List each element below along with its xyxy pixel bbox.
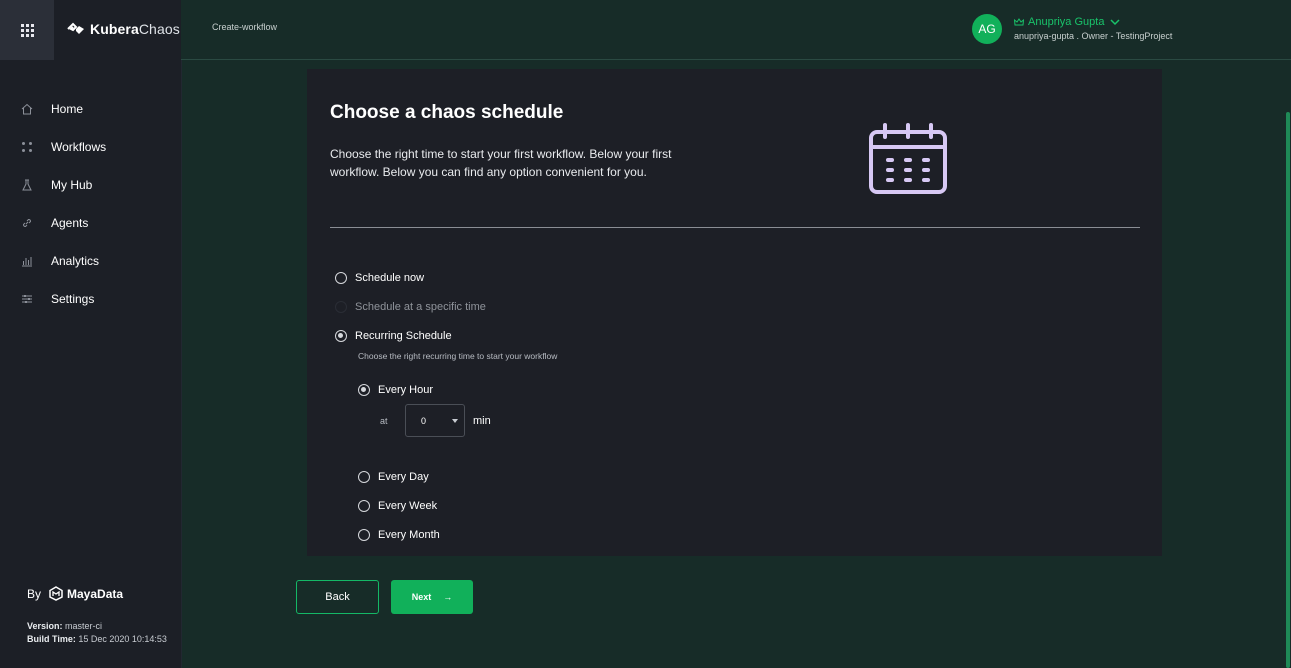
radio-button[interactable] bbox=[335, 272, 347, 284]
mayadata-logo-icon bbox=[49, 586, 63, 601]
every-day-radio[interactable]: Every Day bbox=[358, 471, 429, 483]
user-role: anupriya-gupta . Owner - TestingProject bbox=[1014, 31, 1173, 41]
at-label: at bbox=[380, 416, 388, 426]
radio-button bbox=[335, 301, 347, 313]
top-header: Create-workflow AG Anupriya Gupta anupri… bbox=[181, 0, 1291, 60]
kubera-logo-icon bbox=[67, 22, 84, 34]
minute-select[interactable]: 0 bbox=[405, 404, 465, 437]
radio-button[interactable] bbox=[335, 330, 347, 342]
page-title: Choose a chaos schedule bbox=[330, 102, 564, 123]
sliders-icon bbox=[20, 292, 34, 306]
schedule-specific-radio: Schedule at a specific time bbox=[335, 301, 486, 313]
scrollbar[interactable] bbox=[1286, 112, 1290, 668]
user-menu[interactable]: Anupriya Gupta bbox=[1014, 16, 1122, 28]
next-label: Next bbox=[411, 592, 432, 602]
radio-button[interactable] bbox=[358, 529, 370, 541]
radio-button[interactable] bbox=[358, 500, 370, 512]
radio-label: Schedule at a specific time bbox=[355, 301, 486, 313]
next-button[interactable]: Next → bbox=[391, 580, 473, 614]
sidebar-item-label: Workflows bbox=[51, 140, 107, 154]
avatar[interactable]: AG bbox=[972, 14, 1002, 44]
sidebar-item-settings[interactable]: Settings bbox=[0, 280, 181, 318]
sidebar-item-my-hub[interactable]: My Hub bbox=[0, 166, 181, 204]
user-name: Anupriya Gupta bbox=[1028, 16, 1105, 28]
sidebar-item-home[interactable]: Home bbox=[0, 90, 181, 128]
description: Choose the right time to start your firs… bbox=[330, 147, 672, 179]
sidebar-item-label: Agents bbox=[51, 216, 89, 230]
grid-icon bbox=[20, 23, 34, 37]
radio-label: Recurring Schedule bbox=[355, 330, 452, 342]
every-month-radio[interactable]: Every Month bbox=[358, 529, 440, 541]
build-info: Version: master-ci Build Time: 15 Dec 20… bbox=[27, 620, 167, 646]
every-week-radio[interactable]: Every Week bbox=[358, 500, 437, 512]
recurring-schedule-radio[interactable]: Recurring Schedule bbox=[335, 330, 452, 342]
app-launcher-button[interactable] bbox=[0, 0, 54, 60]
radio-label: Every Week bbox=[378, 500, 438, 512]
sidebar-item-label: Analytics bbox=[51, 254, 100, 268]
version-label: Version: bbox=[27, 621, 63, 631]
build-time-value: 15 Dec 2020 10:14:53 bbox=[78, 634, 167, 644]
minute-value: 0 bbox=[421, 416, 427, 426]
radio-button[interactable] bbox=[358, 384, 370, 396]
breadcrumb[interactable]: Create-workflow bbox=[212, 22, 277, 32]
caret-down-icon bbox=[452, 419, 458, 423]
radio-label: Every Hour bbox=[378, 384, 434, 396]
schedule-now-radio[interactable]: Schedule now bbox=[335, 272, 424, 284]
workflows-icon bbox=[20, 140, 34, 154]
vendor-name: MayaData bbox=[67, 586, 124, 601]
sidebar-item-label: Home bbox=[51, 102, 84, 116]
recurring-hint: Choose the right recurring time to start… bbox=[358, 351, 558, 361]
version-value: master-ci bbox=[65, 621, 103, 631]
min-label: min bbox=[473, 415, 491, 427]
vendor-credit: By MayaData bbox=[27, 586, 123, 601]
sidebar-item-analytics[interactable]: Analytics bbox=[0, 242, 181, 280]
every-hour-radio[interactable]: Every Hour bbox=[358, 384, 433, 396]
link-icon bbox=[20, 216, 34, 230]
brand-name-light: Chaos bbox=[138, 21, 180, 37]
arrow-right-icon: → bbox=[443, 592, 453, 602]
sidebar-item-workflows[interactable]: Workflows bbox=[0, 128, 181, 166]
build-time-label: Build Time: bbox=[27, 634, 76, 644]
radio-label: Every Month bbox=[378, 529, 440, 541]
by-label: By bbox=[27, 586, 42, 601]
mayadata-logo[interactable]: MayaData bbox=[49, 586, 123, 601]
flask-icon bbox=[20, 178, 34, 192]
radio-label: Schedule now bbox=[355, 272, 425, 284]
brand-logo[interactable]: KuberaChaos bbox=[66, 19, 180, 39]
calendar-icon bbox=[869, 123, 947, 194]
back-button[interactable]: Back bbox=[296, 580, 379, 614]
home-icon bbox=[20, 102, 34, 116]
sidebar-item-label: My Hub bbox=[51, 178, 93, 192]
chevron-down-icon[interactable] bbox=[1108, 17, 1122, 27]
crown-icon bbox=[1014, 18, 1024, 26]
sidebar-item-agents[interactable]: Agents bbox=[0, 204, 181, 242]
radio-label: Every Day bbox=[378, 471, 429, 483]
radio-button[interactable] bbox=[358, 471, 370, 483]
sidebar-item-label: Settings bbox=[51, 292, 95, 306]
brand-name-bold: Kubera bbox=[90, 21, 139, 37]
sidebar-nav: Home Workflows My Hub Agents Analytics S… bbox=[0, 90, 181, 318]
sidebar: KuberaChaos Home Workflows My Hub Agents… bbox=[0, 0, 182, 668]
divider bbox=[330, 227, 1140, 228]
schedule-card: Choose a chaos schedule Choose the right… bbox=[307, 69, 1162, 556]
bar-chart-icon bbox=[20, 254, 34, 268]
